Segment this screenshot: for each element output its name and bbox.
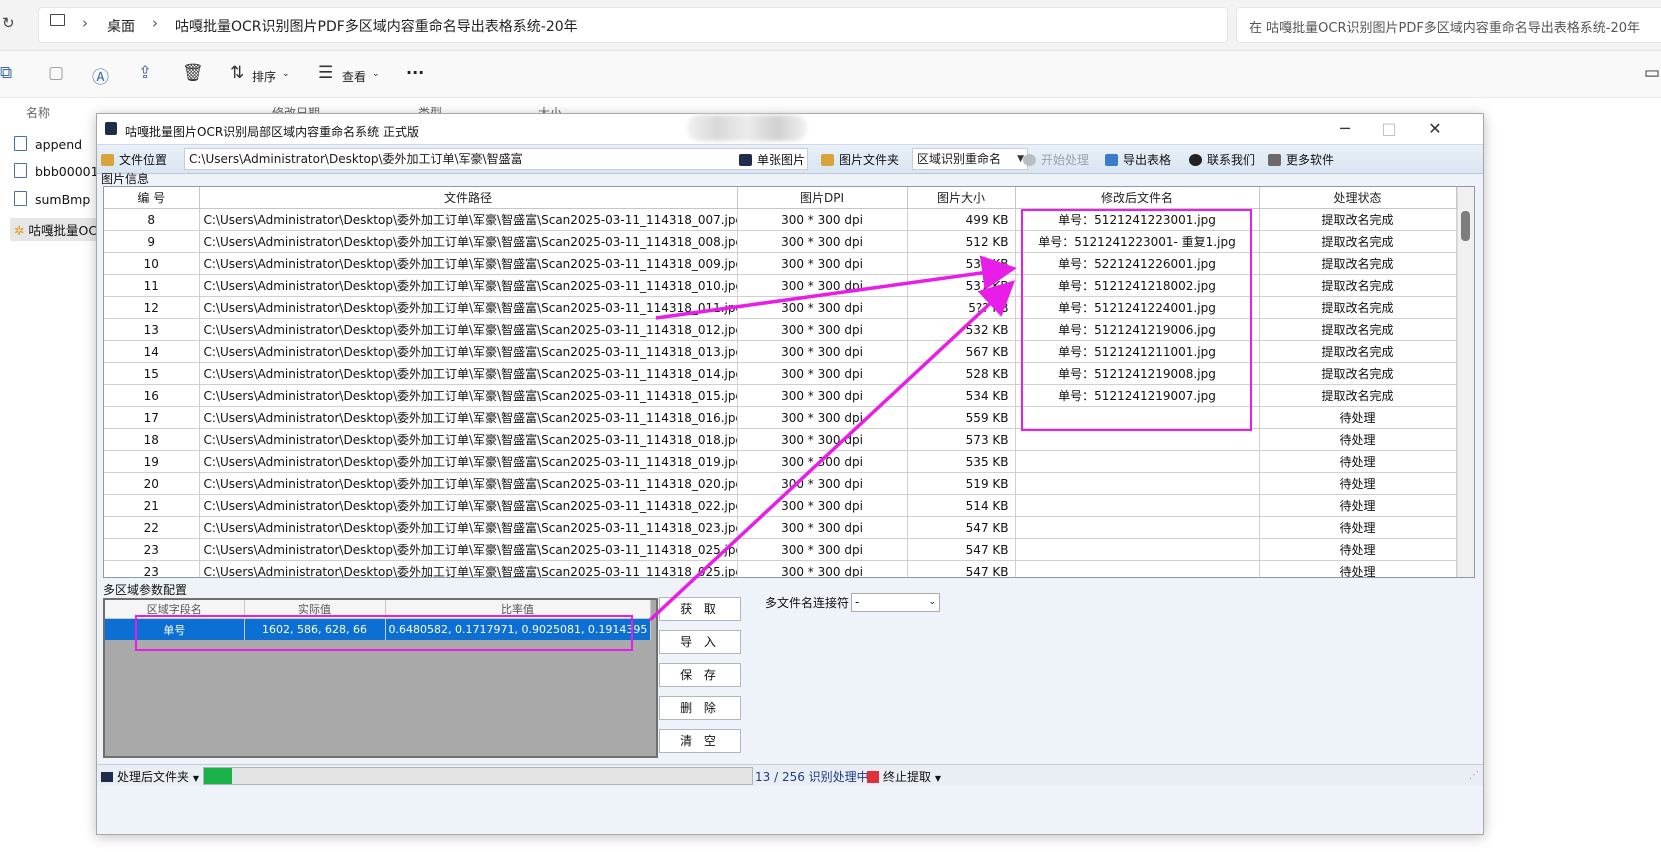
annotation-arrows (648, 255, 1017, 622)
arrow-line (655, 255, 1017, 320)
arrow-line (648, 280, 1016, 622)
